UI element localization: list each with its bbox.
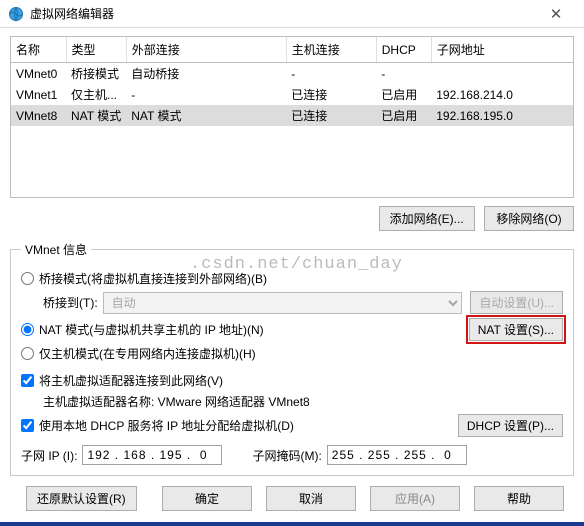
bottom-accent-bar bbox=[0, 522, 584, 526]
hostonly-label: 仅主机模式(在专用网络内连接虚拟机)(H) bbox=[39, 345, 256, 362]
auto-settings-button[interactable]: 自动设置(U)... bbox=[470, 291, 563, 314]
table-cell: VMnet0 bbox=[11, 63, 66, 85]
table-cell: - bbox=[126, 84, 286, 105]
table-row[interactable]: VMnet1仅主机...-已连接已启用192.168.214.0 bbox=[11, 84, 573, 105]
bridged-label: 桥接模式(将虚拟机直接连接到外部网络)(B) bbox=[39, 270, 267, 287]
table-cell: NAT 模式 bbox=[126, 105, 286, 126]
table-cell: 仅主机... bbox=[66, 84, 126, 105]
hostonly-radio[interactable] bbox=[21, 347, 34, 360]
dhcp-checkbox[interactable] bbox=[21, 419, 34, 432]
table-cell: 已启用 bbox=[376, 105, 431, 126]
connect-host-label: 将主机虚拟适配器连接到此网络(V) bbox=[39, 372, 223, 389]
add-network-button[interactable]: 添加网络(E)... bbox=[379, 206, 475, 231]
remove-network-button[interactable]: 移除网络(O) bbox=[484, 206, 574, 231]
nat-settings-button[interactable]: NAT 设置(S)... bbox=[469, 318, 563, 341]
table-cell bbox=[431, 63, 573, 85]
table-cell: - bbox=[376, 63, 431, 85]
column-header[interactable]: 主机连接 bbox=[286, 37, 376, 63]
table-row[interactable]: VMnet8NAT 模式NAT 模式已连接已启用192.168.195.0 bbox=[11, 105, 573, 126]
table-cell: 自动桥接 bbox=[126, 63, 286, 85]
subnet-mask-input[interactable] bbox=[327, 445, 467, 465]
help-button[interactable]: 帮助 bbox=[474, 486, 564, 511]
table-cell: VMnet1 bbox=[11, 84, 66, 105]
vmnet-legend: VMnet 信息 bbox=[21, 241, 91, 258]
nat-radio[interactable] bbox=[21, 323, 34, 336]
cancel-button[interactable]: 取消 bbox=[266, 486, 356, 511]
column-header[interactable]: 外部连接 bbox=[126, 37, 286, 63]
column-header[interactable]: 子网地址 bbox=[431, 37, 573, 63]
dhcp-label: 使用本地 DHCP 服务将 IP 地址分配给虚拟机(D) bbox=[39, 417, 294, 434]
title-bar: 虚拟网络编辑器 ✕ bbox=[0, 0, 584, 28]
subnet-ip-label: 子网 IP (I): bbox=[21, 447, 77, 464]
window-title: 虚拟网络编辑器 bbox=[30, 5, 536, 22]
host-adapter-name: 主机虚拟适配器名称: VMware 网络适配器 VMnet8 bbox=[43, 393, 310, 410]
globe-icon bbox=[8, 6, 24, 22]
network-table-wrap: 名称类型外部连接主机连接DHCP子网地址 VMnet0桥接模式自动桥接--VMn… bbox=[10, 36, 574, 126]
bridged-radio[interactable] bbox=[21, 272, 34, 285]
table-row[interactable]: VMnet0桥接模式自动桥接-- bbox=[11, 63, 573, 85]
column-header[interactable]: DHCP bbox=[376, 37, 431, 63]
table-spacer bbox=[10, 126, 574, 198]
column-header[interactable]: 类型 bbox=[66, 37, 126, 63]
table-cell: 桥接模式 bbox=[66, 63, 126, 85]
nat-label: NAT 模式(与虚拟机共享主机的 IP 地址)(N) bbox=[39, 321, 264, 338]
table-cell: 已启用 bbox=[376, 84, 431, 105]
table-cell: VMnet8 bbox=[11, 105, 66, 126]
ok-button[interactable]: 确定 bbox=[162, 486, 252, 511]
connect-host-checkbox[interactable] bbox=[21, 374, 34, 387]
table-cell: 192.168.195.0 bbox=[431, 105, 573, 126]
table-cell: NAT 模式 bbox=[66, 105, 126, 126]
table-cell: - bbox=[286, 63, 376, 85]
subnet-mask-label: 子网掩码(M): bbox=[252, 447, 321, 464]
table-cell: 已连接 bbox=[286, 84, 376, 105]
table-cell: 已连接 bbox=[286, 105, 376, 126]
table-cell: 192.168.214.0 bbox=[431, 84, 573, 105]
bridged-select: 自动 bbox=[103, 292, 463, 314]
restore-defaults-button[interactable]: 还原默认设置(R) bbox=[26, 486, 137, 511]
vmnet-info-group: VMnet 信息 桥接模式(将虚拟机直接连接到外部网络)(B) 桥接到(T): … bbox=[10, 241, 574, 476]
network-table[interactable]: 名称类型外部连接主机连接DHCP子网地址 VMnet0桥接模式自动桥接--VMn… bbox=[11, 37, 573, 126]
subnet-ip-input[interactable] bbox=[82, 445, 222, 465]
column-header[interactable]: 名称 bbox=[11, 37, 66, 63]
bridged-to-label: 桥接到(T): bbox=[43, 294, 98, 311]
apply-button[interactable]: 应用(A) bbox=[370, 486, 460, 511]
close-icon[interactable]: ✕ bbox=[536, 5, 576, 23]
dhcp-settings-button[interactable]: DHCP 设置(P)... bbox=[458, 414, 563, 437]
